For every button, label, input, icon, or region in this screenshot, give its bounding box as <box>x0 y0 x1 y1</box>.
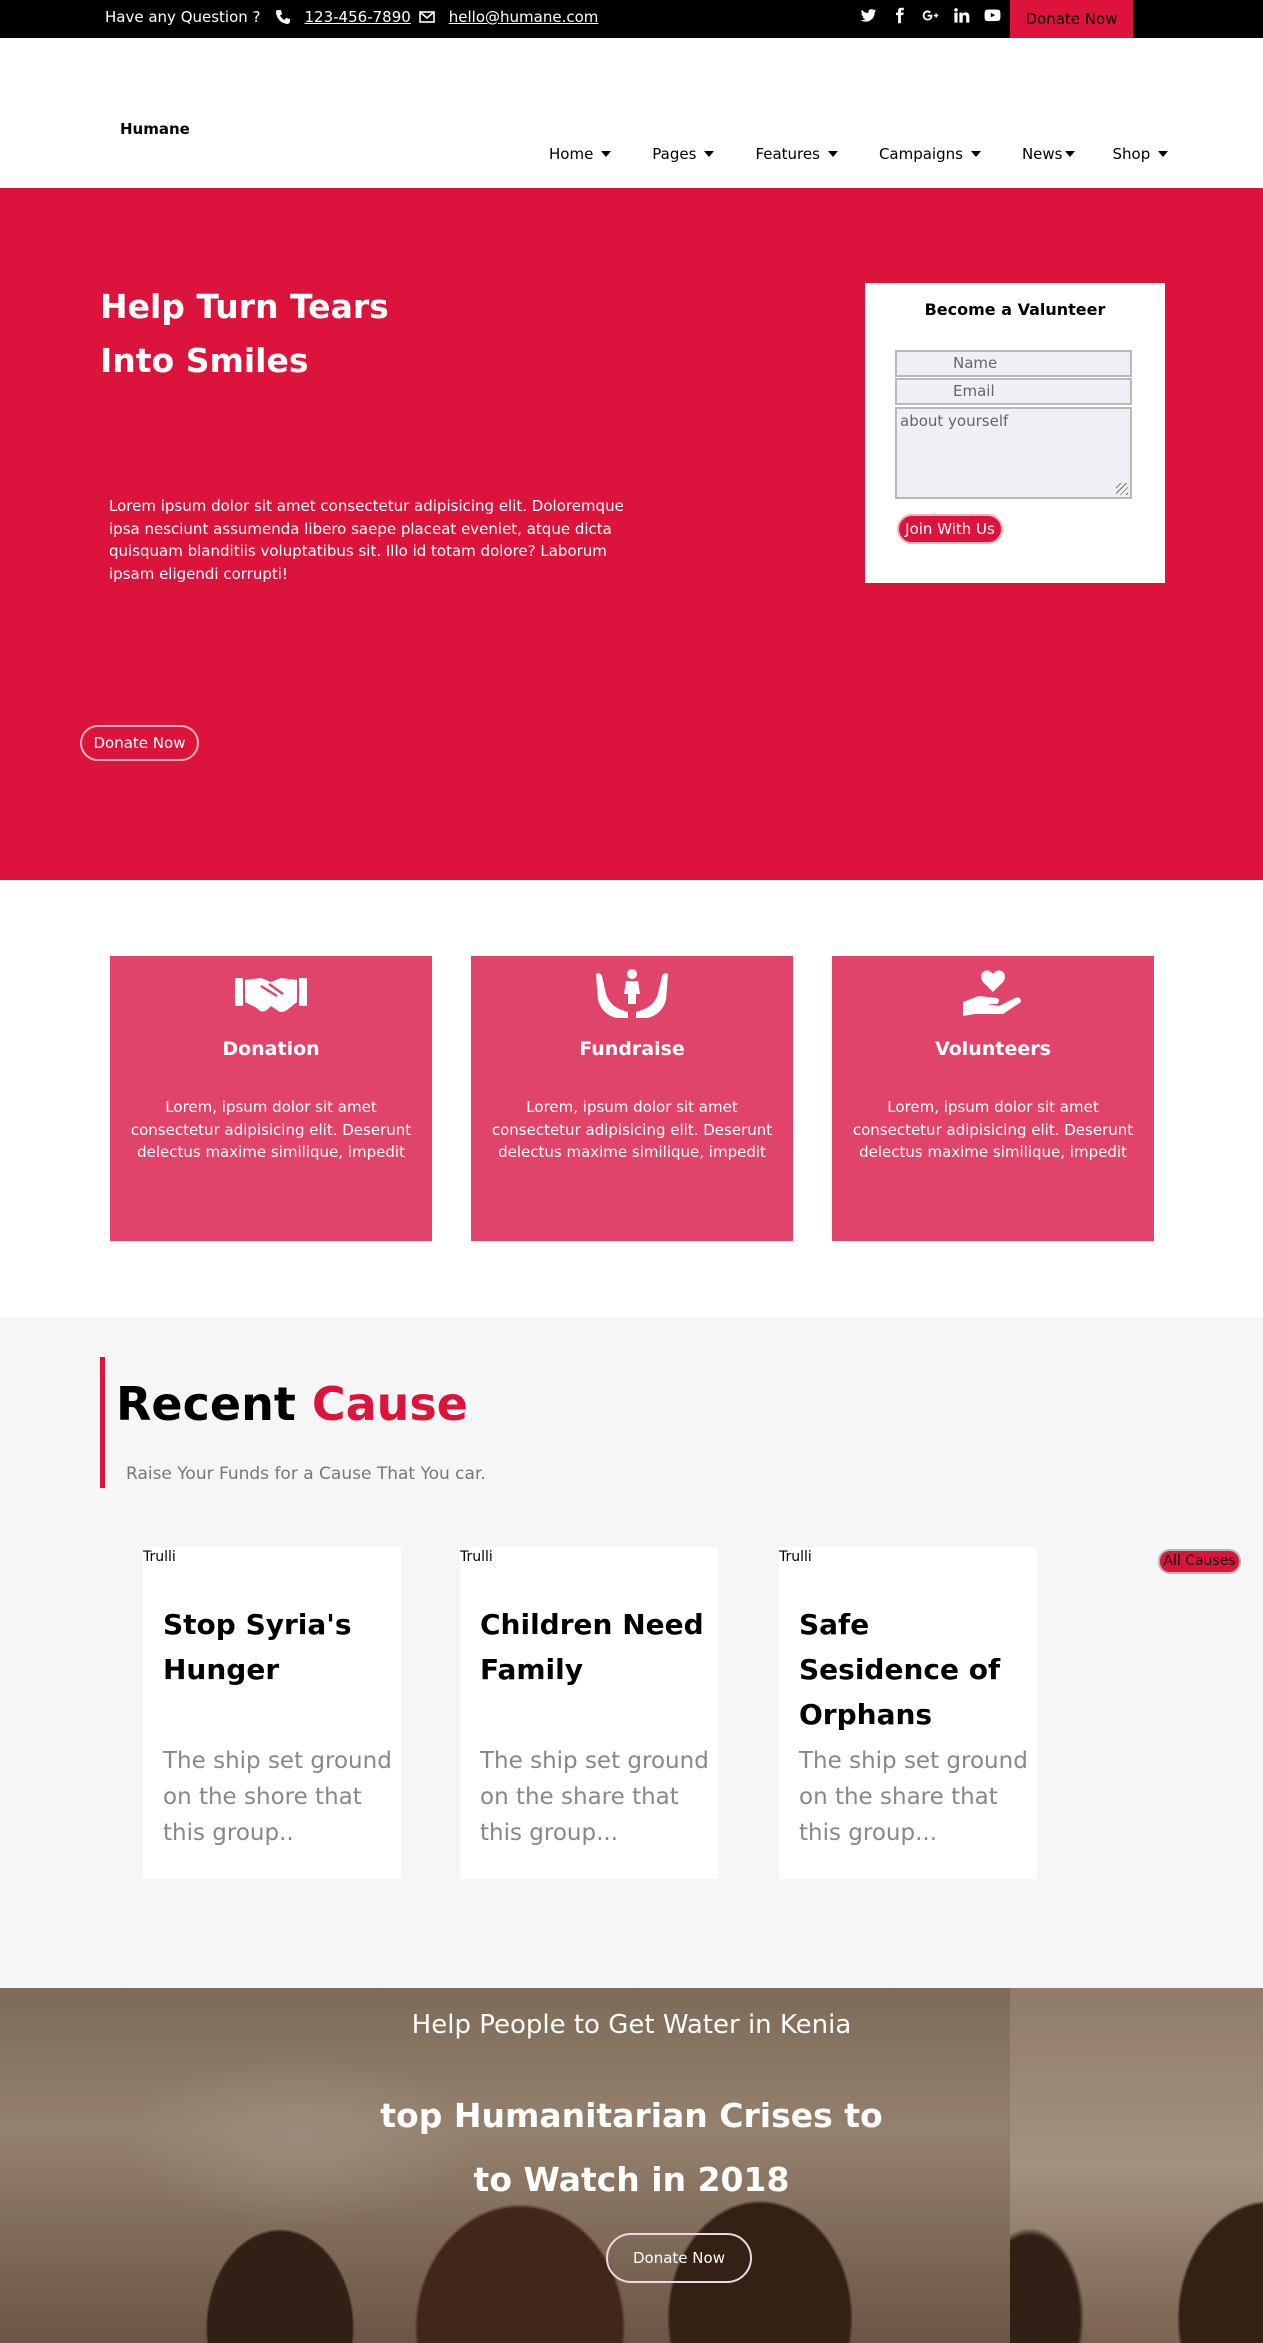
logo[interactable]: Humane <box>120 120 190 138</box>
caret-down-icon <box>704 151 715 157</box>
volunteer-form: Become a Valunteer Name Email about your… <box>865 283 1165 583</box>
mail-icon <box>418 11 435 23</box>
feature-icon-wrap <box>471 966 793 1018</box>
cause-image-alt: Trulli <box>779 1549 812 1565</box>
google-plus-icon[interactable] <box>922 7 939 24</box>
linkedin-icon[interactable] <box>953 7 970 24</box>
hero-title: Help Turn Tears Into Smiles <box>100 280 389 388</box>
cause-desc: The ship set ground on the share that th… <box>799 1748 1028 1846</box>
contact-info: Have any Question ? 123-456-7890 hello@h… <box>105 8 598 26</box>
phone-icon <box>275 10 290 24</box>
phone-link[interactable]: 123-456-7890 <box>305 8 411 26</box>
feature-title: Volunteers <box>935 1038 1051 1060</box>
about-placeholder: about yourself <box>900 412 1009 430</box>
cause-card[interactable]: Trulli Stop Syria's Hunger The ship set … <box>143 1547 401 1879</box>
join-button[interactable]: Join With Us <box>897 514 1003 544</box>
nav-item-shop[interactable]: Shop <box>1113 145 1169 163</box>
banner-donate-button[interactable]: Donate Now <box>606 2233 752 2283</box>
main-nav: Home Pages Features Campaigns News Shop <box>549 145 1209 163</box>
caret-down-icon <box>827 151 838 157</box>
feature-card-donation: Donation Lorem, ipsum dolor sit amet con… <box>110 956 432 1241</box>
question-text: Have any Question ? <box>105 8 261 26</box>
all-causes-button[interactable]: All Causes <box>1158 1549 1241 1574</box>
twitter-icon[interactable] <box>860 7 877 24</box>
feature-text: Lorem, ipsum dolor sit amet consectetur … <box>852 1098 1134 1161</box>
caret-down-icon <box>1158 151 1169 157</box>
hero-title-line2: Into Smiles <box>100 341 309 380</box>
feature-title: Donation <box>222 1038 320 1060</box>
hero-title-line1: Help Turn Tears <box>100 287 389 326</box>
nav-item-campaigns[interactable]: Campaigns <box>879 145 981 163</box>
cause-image-alt: Trulli <box>460 1549 493 1565</box>
nav-item-news[interactable]: News <box>1022 145 1075 163</box>
water-banner: Help People to Get Water in Kenia top Hu… <box>0 1988 1263 2343</box>
resize-grip-icon[interactable] <box>1116 483 1128 495</box>
top-bar: Have any Question ? 123-456-7890 hello@h… <box>0 0 1263 38</box>
cause-image-alt: Trulli <box>143 1549 176 1565</box>
feature-icon-wrap <box>110 966 432 1018</box>
email-field[interactable]: Email <box>895 378 1132 405</box>
nav-label: Features <box>755 145 820 163</box>
feature-title: Fundraise <box>579 1038 685 1060</box>
cause-card[interactable]: Trulli Children Need Family The ship set… <box>460 1547 718 1879</box>
email-link[interactable]: hello@humane.com <box>449 8 599 26</box>
name-field[interactable]: Name <box>895 350 1132 377</box>
recent-cause-section: Recent Cause Raise Your Funds for a Caus… <box>0 1317 1263 1988</box>
nav-item-pages[interactable]: Pages <box>652 145 715 163</box>
cause-card[interactable]: Trulli Safe Sesidence of Orphans The shi… <box>779 1547 1037 1879</box>
cause-subtitle: Raise Your Funds for a Cause That You ca… <box>126 1464 486 1484</box>
caret-down-icon <box>601 151 612 157</box>
volunteer-title: Become a Valunteer <box>924 300 1106 319</box>
hero-donate-button[interactable]: Donate Now <box>80 725 199 761</box>
feature-card-volunteers: Volunteers Lorem, ipsum dolor sit amet c… <box>832 956 1154 1241</box>
caret-down-icon <box>970 151 981 157</box>
hands-child-icon <box>596 969 668 1018</box>
site-header: Humane <box>0 38 1263 188</box>
feature-card-fundraise: Fundraise Lorem, ipsum dolor sit amet co… <box>471 956 793 1241</box>
youtube-icon[interactable] <box>984 7 1001 24</box>
cause-heading-black: Recent <box>116 1377 296 1431</box>
banner-subtitle: Help People to Get Water in Kenia <box>411 2010 852 2040</box>
nav-label: Shop <box>1112 145 1151 163</box>
cause-desc: The ship set ground on the shore that th… <box>163 1748 392 1846</box>
nav-label: Pages <box>652 145 697 163</box>
handshake-icon <box>235 978 307 1012</box>
hand-heart-icon <box>963 970 1021 1016</box>
feature-text: Lorem, ipsum dolor sit amet consectetur … <box>130 1098 412 1161</box>
banner-title-line2: to Watch in 2018 <box>473 2160 790 2199</box>
cause-title[interactable]: Safe Sesidence of Orphans <box>799 1602 1029 1737</box>
nav-item-features[interactable]: Features <box>755 145 838 163</box>
nav-item-home[interactable]: Home <box>549 145 612 163</box>
caret-down-icon <box>1064 151 1075 157</box>
nav-label: Home <box>549 145 594 163</box>
hero-section: Help Turn Tears Into Smiles Lorem ipsum … <box>0 188 1263 880</box>
nav-label: News <box>1021 145 1063 163</box>
feature-text: Lorem, ipsum dolor sit amet consectetur … <box>491 1098 773 1161</box>
feature-icon-wrap <box>832 966 1154 1018</box>
nav-label: Campaigns <box>878 145 963 163</box>
about-textarea[interactable]: about yourself <box>895 407 1132 499</box>
social-links <box>860 7 1001 24</box>
hero-text: Lorem ipsum dolor sit amet consectetur a… <box>109 497 624 583</box>
cause-heading-red: Cause <box>311 1377 468 1431</box>
top-donate-button[interactable]: Donate Now <box>1010 0 1133 38</box>
banner-title-line1: top Humanitarian Crises to <box>380 2096 883 2135</box>
accent-bar <box>100 1357 105 1488</box>
facebook-icon[interactable] <box>891 7 908 24</box>
cause-heading: Recent Cause <box>116 1375 468 1433</box>
cause-desc: The ship set ground on the share that th… <box>480 1748 709 1846</box>
banner-title: top Humanitarian Crises to to Watch in 2… <box>0 2084 1263 2212</box>
cause-title[interactable]: Stop Syria's Hunger <box>163 1602 393 1692</box>
cause-title[interactable]: Children Need Family <box>480 1602 710 1692</box>
